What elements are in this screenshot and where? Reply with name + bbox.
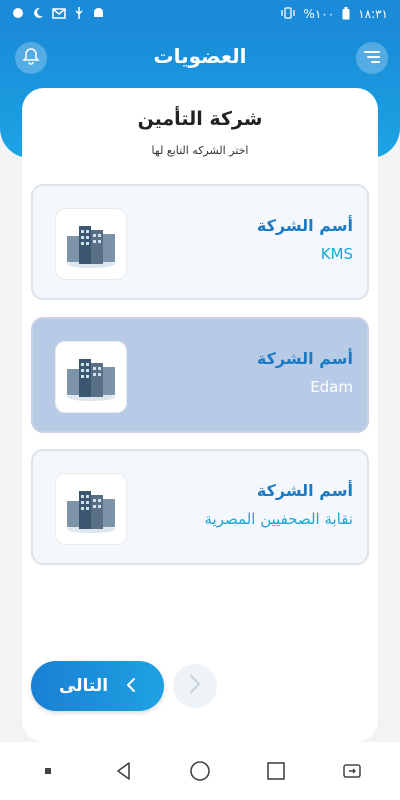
system-nav-bar <box>0 742 400 800</box>
moon-icon <box>32 7 44 21</box>
status-right: %١٠٠ ١٨:٣١ <box>281 6 388 22</box>
menu-icon <box>363 49 381 68</box>
building-icon <box>55 208 127 280</box>
next-button[interactable]: التالى <box>31 661 164 711</box>
status-left <box>12 6 105 22</box>
chevron-right-icon <box>189 675 201 697</box>
building-icon <box>55 341 127 413</box>
back-triangle-icon[interactable] <box>104 751 144 791</box>
usb-icon <box>74 6 84 22</box>
android-icon <box>92 7 105 21</box>
page-title: العضويات <box>153 44 247 68</box>
battery-icon <box>342 6 350 22</box>
battery-percent: %١٠٠ <box>303 7 335 21</box>
company-item[interactable]: أسم الشركة KMS <box>31 184 369 300</box>
company-select-card: شركة التأمين اختر الشركه التابع لها أسم … <box>22 88 378 742</box>
clock: ١٨:٣١ <box>358 7 388 21</box>
circle-icon <box>12 7 24 21</box>
company-item-selected[interactable]: أسم الشركة Edam <box>31 317 369 433</box>
company-name: نقابة الصحفيين المصرية <box>204 510 353 528</box>
next-label: التالى <box>58 676 109 696</box>
company-label: أسم الشركة <box>256 216 353 235</box>
menu-button[interactable] <box>356 42 388 74</box>
company-label: أسم الشركة <box>256 481 353 500</box>
rotate-screen-icon[interactable] <box>332 751 372 791</box>
company-name: KMS <box>320 245 353 263</box>
card-title: شركة التأمين <box>137 108 263 130</box>
building-icon <box>55 473 127 545</box>
company-info: أسم الشركة KMS <box>257 216 353 263</box>
vibrate-icon <box>281 7 296 21</box>
company-label: أسم الشركة <box>256 349 353 368</box>
card-subtitle: اختر الشركه التابع لها <box>151 144 249 157</box>
company-info: أسم الشركة Edam <box>257 349 353 396</box>
gmail-icon <box>52 7 66 21</box>
overview-square-icon[interactable] <box>256 751 296 791</box>
home-circle-icon[interactable] <box>180 751 220 791</box>
back-button[interactable] <box>173 664 217 708</box>
company-name: Edam <box>310 378 353 396</box>
company-info: أسم الشركة نقابة الصحفيين المصرية <box>205 481 353 528</box>
status-bar: %١٠٠ ١٨:٣١ <box>0 0 400 28</box>
company-item[interactable]: أسم الشركة نقابة الصحفيين المصرية <box>31 449 369 565</box>
recents-dot-icon[interactable] <box>28 751 68 791</box>
chevron-left-icon <box>126 677 136 696</box>
